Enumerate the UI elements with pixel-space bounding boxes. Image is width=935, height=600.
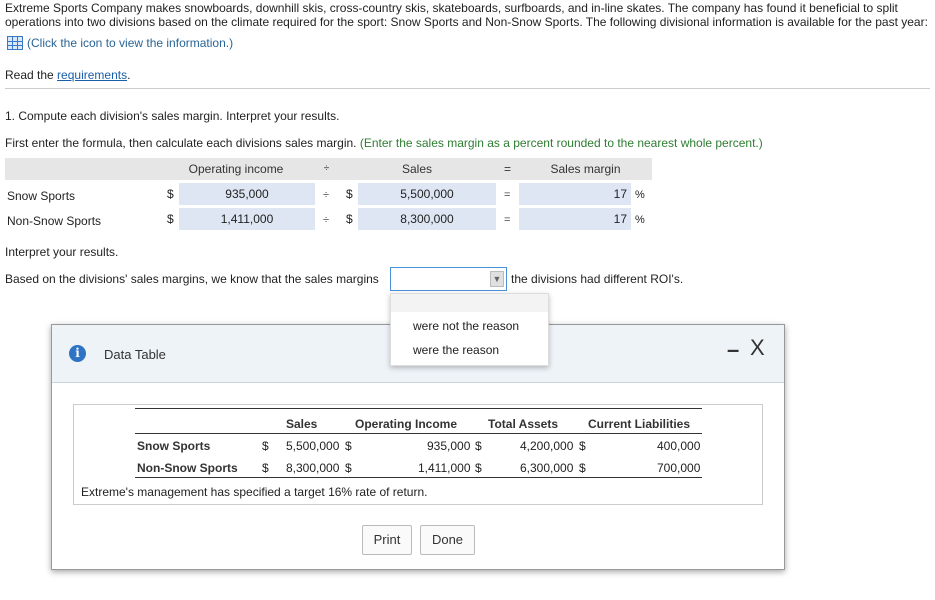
intro-line-2: operations into two divisions based on t… (5, 15, 928, 29)
requirements-line: Read the requirements. (5, 68, 130, 82)
sales-input[interactable]: 8,300,000 (358, 208, 496, 230)
interpretation-dropdown-list: were not the reason were the reason (390, 293, 549, 366)
question-title: 1. Compute each division's sales margin.… (5, 109, 340, 123)
currency-sign: $ (579, 439, 586, 453)
currency-sign: $ (262, 461, 269, 475)
col-header-sales: Sales (286, 417, 318, 431)
print-button[interactable]: Print (362, 525, 412, 555)
col-header-total-assets: Total Assets (488, 417, 559, 431)
dialog-title: Data Table (104, 347, 166, 362)
table-cell-current-liabilities: 700,000 (657, 461, 701, 475)
sales-margin-input[interactable]: 17 (519, 208, 631, 230)
interpret-sentence-prefix: Based on the divisions' sales margins, w… (5, 272, 379, 286)
currency-sign: $ (167, 187, 174, 201)
col-header-current-liabilities: Current Liabilities (588, 417, 691, 431)
table-rule (135, 477, 702, 478)
divider (5, 88, 930, 89)
row-label-snow-sports: Snow Sports (7, 189, 76, 203)
sales-input[interactable]: 5,500,000 (358, 183, 496, 205)
equals-sign: = (504, 189, 511, 201)
minimize-button[interactable]: – (727, 337, 739, 363)
operating-income-input[interactable]: 1,411,000 (179, 208, 315, 230)
question-instruction: First enter the formula, then calculate … (5, 136, 763, 150)
dropdown-arrow-icon[interactable]: ▼ (490, 271, 504, 287)
requirements-link[interactable]: requirements (57, 68, 127, 82)
currency-sign: $ (346, 187, 353, 201)
table-row-label: Non-Snow Sports (137, 461, 238, 475)
requirements-prefix: Read the (5, 68, 58, 82)
table-icon[interactable] (7, 36, 23, 50)
operating-income-input[interactable]: 935,000 (179, 183, 315, 205)
table-cell-total-assets: 4,200,000 (520, 439, 574, 453)
intro-text: Extreme Sports Company makes snowboards,… (5, 1, 935, 29)
currency-sign: $ (167, 212, 174, 226)
instruction-text: First enter the formula, then calculate … (5, 136, 357, 150)
header-divide-sign: ÷ (315, 158, 338, 180)
intro-line-1: Extreme Sports Company makes snowboards,… (5, 1, 898, 15)
table-cell-operating-income: 1,411,000 (418, 461, 471, 475)
data-table: Sales Operating Income Total Assets Curr… (73, 404, 763, 505)
currency-sign: $ (475, 439, 482, 453)
info-icon: i (69, 345, 86, 362)
table-cell-total-assets: 6,300,000 (520, 461, 574, 475)
close-button[interactable]: X (750, 335, 765, 361)
dropdown-blank-option[interactable] (391, 294, 548, 312)
currency-sign: $ (345, 461, 352, 475)
table-rule (135, 408, 702, 409)
instruction-hint: (Enter the sales margin as a percent rou… (359, 136, 763, 150)
interpret-heading: Interpret your results. (5, 245, 119, 259)
table-rule (135, 433, 702, 434)
table-note: Extreme's management has specified a tar… (81, 485, 428, 499)
table-cell-sales: 5,500,000 (286, 439, 340, 453)
table-cell-current-liabilities: 400,000 (657, 439, 701, 453)
col-header-operating-income: Operating Income (355, 417, 458, 431)
divide-sign: ÷ (323, 214, 330, 226)
table-row-label: Snow Sports (137, 439, 211, 453)
table-cell-sales: 8,300,000 (286, 461, 340, 475)
currency-sign: $ (346, 212, 353, 226)
header-sales-margin: Sales margin (519, 158, 652, 180)
table-cell-operating-income: 935,000 (427, 439, 471, 453)
currency-sign: $ (475, 461, 482, 475)
info-link[interactable]: (Click the icon to view the information.… (7, 36, 233, 50)
equals-sign: = (504, 214, 511, 226)
percent-sign: % (635, 189, 645, 201)
dropdown-option[interactable]: were the reason (413, 343, 499, 357)
interpret-sentence-suffix: the divisions had different ROI's. (511, 272, 684, 286)
done-button[interactable]: Done (420, 525, 475, 555)
header-sales: Sales (338, 158, 496, 180)
percent-sign: % (635, 214, 645, 226)
header-equals-sign: = (496, 158, 519, 180)
interpretation-select[interactable]: ▼ (390, 267, 507, 291)
currency-sign: $ (262, 439, 269, 453)
divide-sign: ÷ (323, 189, 330, 201)
info-link-text[interactable]: (Click the icon to view the information.… (27, 36, 233, 50)
currency-sign: $ (345, 439, 352, 453)
header-operating-income: Operating income (157, 158, 315, 180)
requirements-suffix: . (127, 68, 131, 82)
currency-sign: $ (579, 461, 586, 475)
header-blank (5, 158, 157, 180)
dropdown-option[interactable]: were not the reason (413, 319, 519, 333)
row-label-non-snow-sports: Non-Snow Sports (7, 214, 102, 228)
sales-margin-input[interactable]: 17 (519, 183, 631, 205)
